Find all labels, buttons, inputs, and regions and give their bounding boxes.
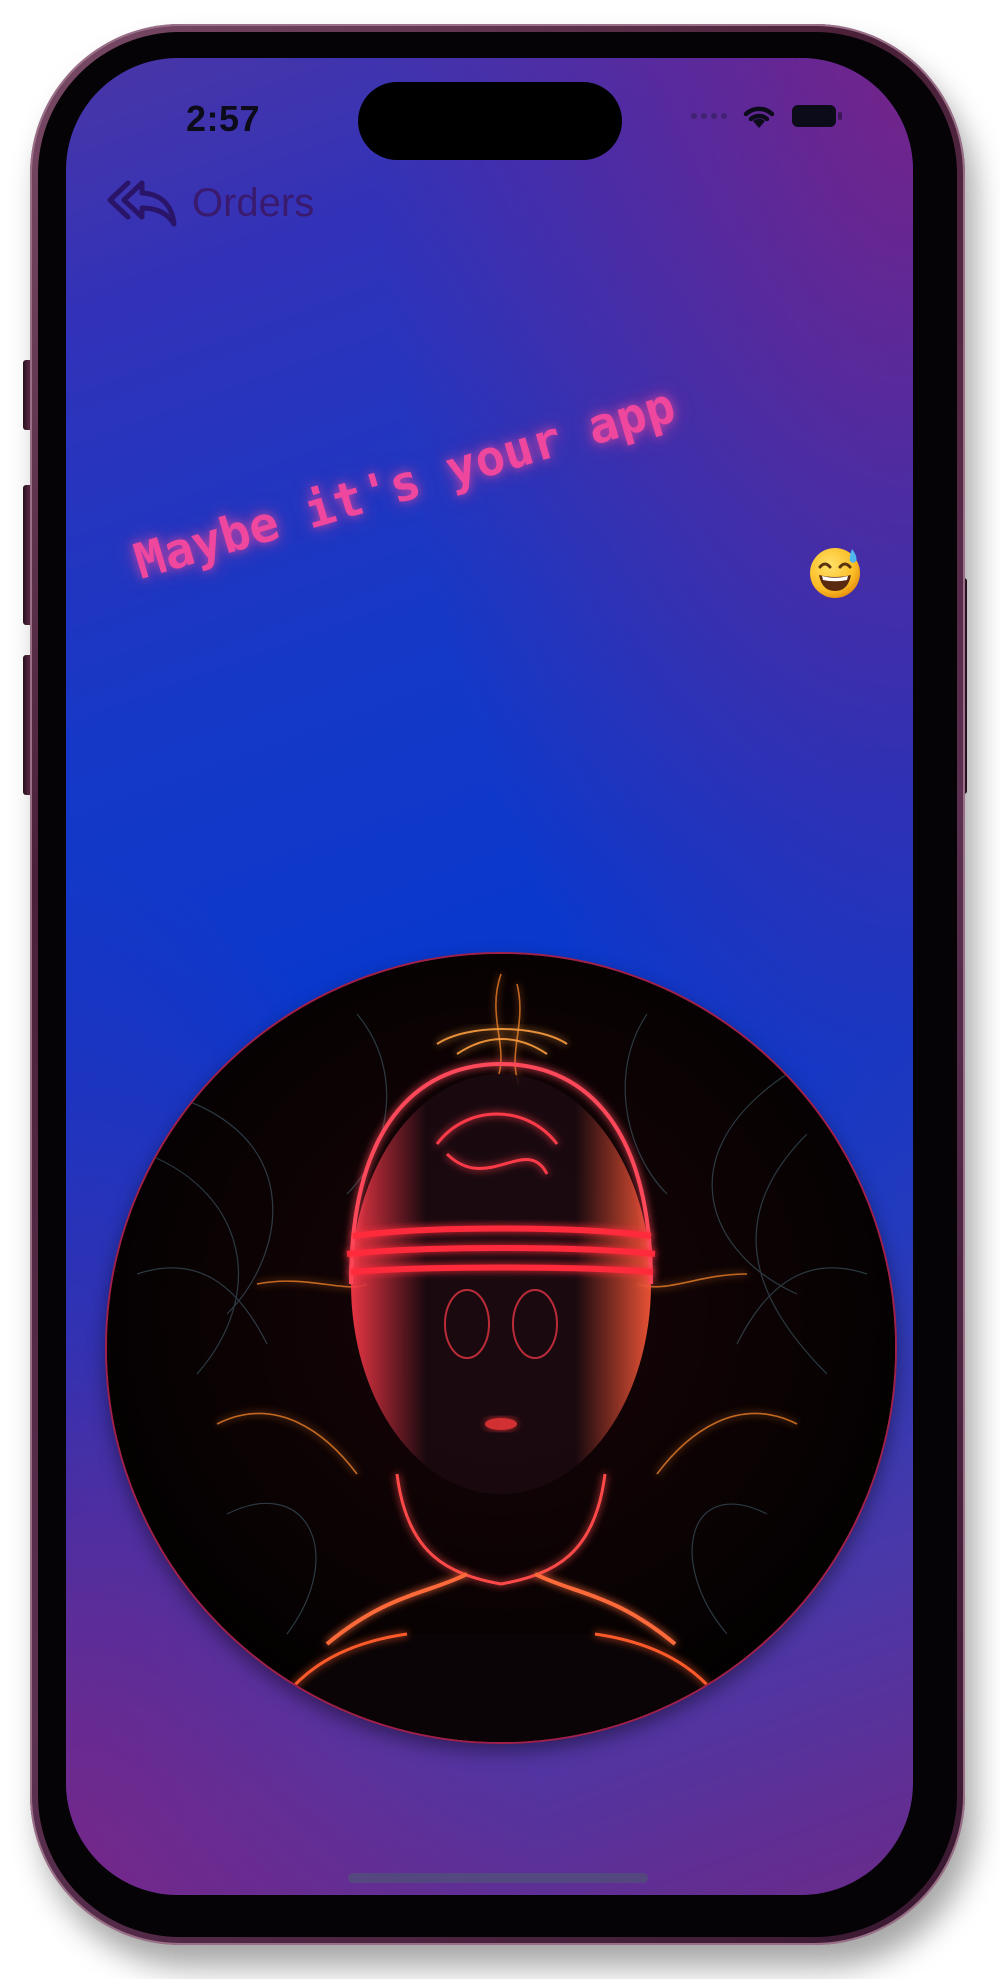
status-icons [691, 102, 843, 130]
phone-frame: 2:57 Orders Maybe it's your app [30, 24, 965, 1945]
home-indicator[interactable] [348, 1873, 648, 1883]
signal-dots-icon [691, 113, 727, 119]
status-time: 2:57 [186, 98, 261, 139]
battery-icon [792, 105, 842, 127]
banner-area: Maybe it's your app [96, 268, 886, 598]
device-stage: 2:57 Orders Maybe it's your app [0, 0, 1000, 1979]
dynamic-island [358, 82, 622, 160]
back-button[interactable]: Orders [106, 178, 314, 228]
grinning-face-with-sweat-emoji [810, 548, 860, 598]
back-button-label: Orders [192, 180, 315, 225]
neon-head-portrait-image [105, 952, 897, 1744]
tilted-banner-text: Maybe it's your app [128, 376, 682, 591]
double-reply-arrow-icon [107, 180, 177, 227]
portrait-artwork [107, 954, 895, 1742]
wifi-icon [743, 106, 775, 128]
app-screen: 2:57 Orders Maybe it's your app [66, 58, 913, 1895]
